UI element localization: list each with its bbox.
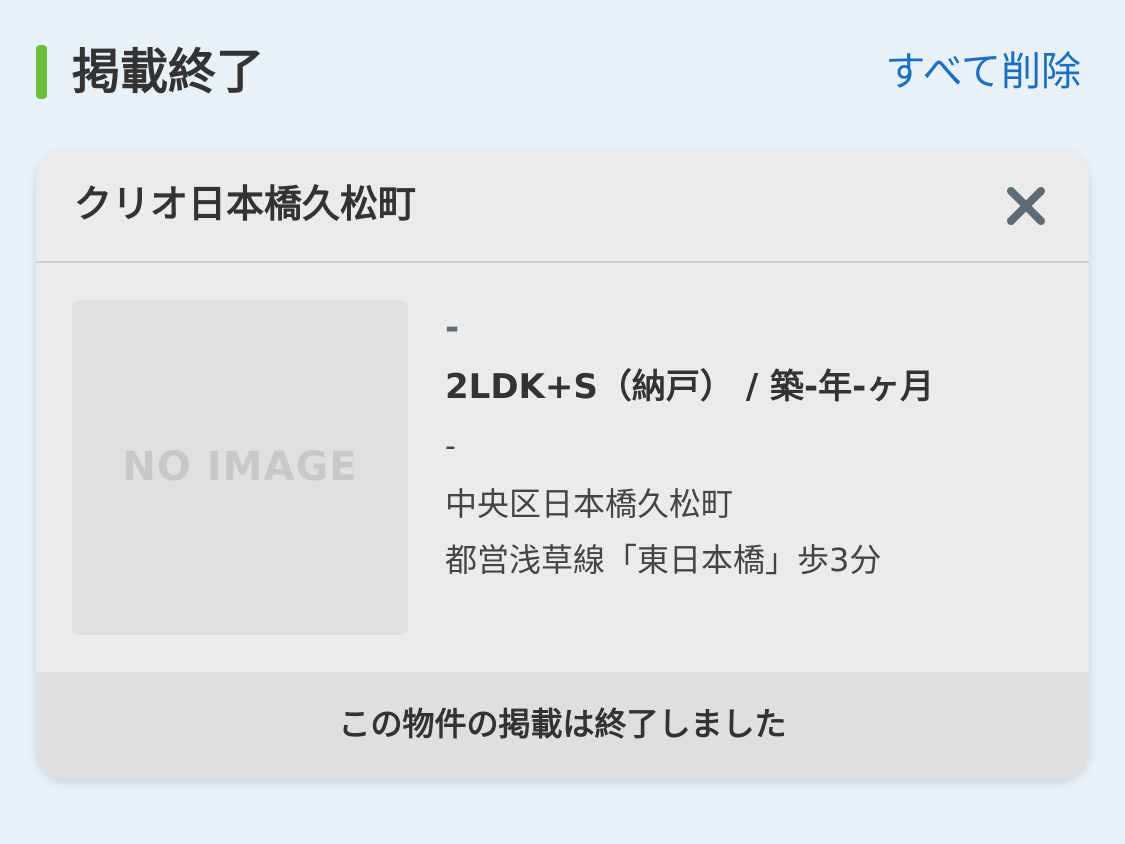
section-header: 掲載終了 すべて削除: [0, 0, 1125, 145]
ended-listing-card[interactable]: クリオ日本橋久松町 NO IMAGE - 2LDK+S（納戸） / 築-年-ヶ月…: [36, 148, 1089, 779]
delete-all-link[interactable]: すべて削除: [885, 44, 1081, 100]
remove-listing-button[interactable]: [998, 178, 1054, 234]
listing-layout-age: 2LDK+S（納戸） / 築-年-ヶ月: [445, 367, 935, 407]
close-icon: [1007, 187, 1045, 225]
listing-area: -: [445, 429, 456, 464]
listing-address: 中央区日本橋久松町: [445, 485, 734, 523]
listing-card-header: クリオ日本橋久松町: [36, 148, 1089, 263]
section-accent-bar: [36, 45, 47, 99]
section-title: 掲載終了: [72, 44, 265, 100]
listing-station: 都営浅草線「東日本橋」歩3分: [445, 541, 882, 579]
listing-ended-banner: この物件の掲載は終了しました: [36, 672, 1089, 779]
listing-name: クリオ日本橋久松町: [74, 182, 417, 226]
listing-thumbnail: NO IMAGE: [72, 300, 408, 635]
listing-price: -: [445, 308, 460, 348]
listing-ended-message: この物件の掲載は終了しました: [338, 705, 787, 743]
no-image-placeholder: NO IMAGE: [122, 444, 358, 490]
